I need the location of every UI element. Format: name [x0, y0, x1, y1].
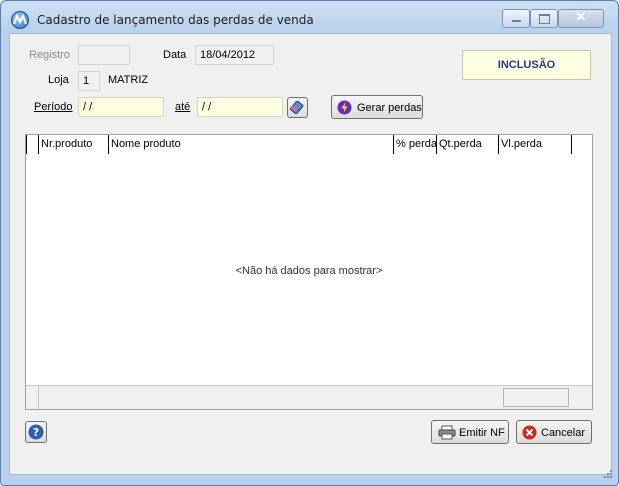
printer-icon: [438, 425, 456, 443]
losses-grid[interactable]: Nr.produto Nome produto % perda Qt.perda…: [25, 134, 593, 410]
gerar-perdas-label: Gerar perdas: [357, 102, 422, 114]
loja-label: Loja: [48, 74, 69, 86]
app-logo-icon: [11, 11, 29, 29]
eraser-icon: [289, 100, 305, 117]
lightning-icon: [337, 100, 352, 118]
registro-field: [78, 45, 130, 65]
help-icon: ?: [28, 424, 44, 443]
column-nr-produto[interactable]: Nr.produto: [39, 135, 109, 154]
loja-name: MATRIZ: [108, 74, 149, 86]
column-nome-produto[interactable]: Nome produto: [109, 135, 394, 154]
empty-grid-message: <Não há dados para mostrar>: [235, 265, 383, 277]
cancelar-label: Cancelar: [541, 427, 586, 439]
grid-indicator-column: [26, 135, 39, 154]
periodo-end-input[interactable]: / /: [197, 97, 283, 117]
emitir-nf-button[interactable]: Emitir NF: [431, 420, 509, 444]
registro-label: Registro: [29, 49, 70, 61]
dialog-body: Registro Data 18/04/2012 INCLUSÃO Loja 1…: [9, 33, 612, 475]
footer-indicator-cell: [26, 386, 39, 409]
footer-total-box: [503, 388, 569, 407]
window-title: Cadastro de lançamento das perdas de ven…: [37, 13, 314, 27]
column-perc-perda[interactable]: % perda: [394, 135, 437, 154]
gerar-perdas-button[interactable]: Gerar perdas: [331, 95, 423, 119]
dialog-window: Cadastro de lançamento das perdas de ven…: [0, 0, 619, 486]
help-button[interactable]: ?: [25, 421, 47, 443]
close-icon: ✕: [575, 9, 587, 24]
resize-grip[interactable]: [601, 469, 613, 481]
periodo-label: Período: [34, 101, 73, 113]
column-vl-perda[interactable]: Vl.perda: [499, 135, 572, 154]
ate-label: até: [175, 101, 191, 113]
column-qt-perda[interactable]: Qt.perda: [437, 135, 499, 154]
close-button[interactable]: ✕: [558, 9, 604, 28]
loja-code-field: 1: [78, 71, 100, 91]
cancel-x-icon: [522, 425, 537, 443]
title-bar[interactable]: Cadastro de lançamento das perdas de ven…: [1, 1, 618, 33]
minimize-button[interactable]: [502, 9, 530, 28]
maximize-button[interactable]: [530, 9, 558, 28]
cancelar-button[interactable]: Cancelar: [516, 420, 592, 444]
svg-text:?: ?: [33, 426, 39, 439]
clear-period-button[interactable]: [287, 97, 308, 118]
periodo-start-input[interactable]: / /: [78, 97, 164, 117]
mode-status-badge: INCLUSÃO: [462, 50, 591, 80]
data-label: Data: [163, 49, 187, 61]
grid-header: Nr.produto Nome produto % perda Qt.perda…: [26, 135, 572, 154]
data-field: 18/04/2012: [195, 45, 274, 65]
grid-footer: [26, 385, 592, 409]
emitir-nf-label: Emitir NF: [459, 427, 505, 439]
